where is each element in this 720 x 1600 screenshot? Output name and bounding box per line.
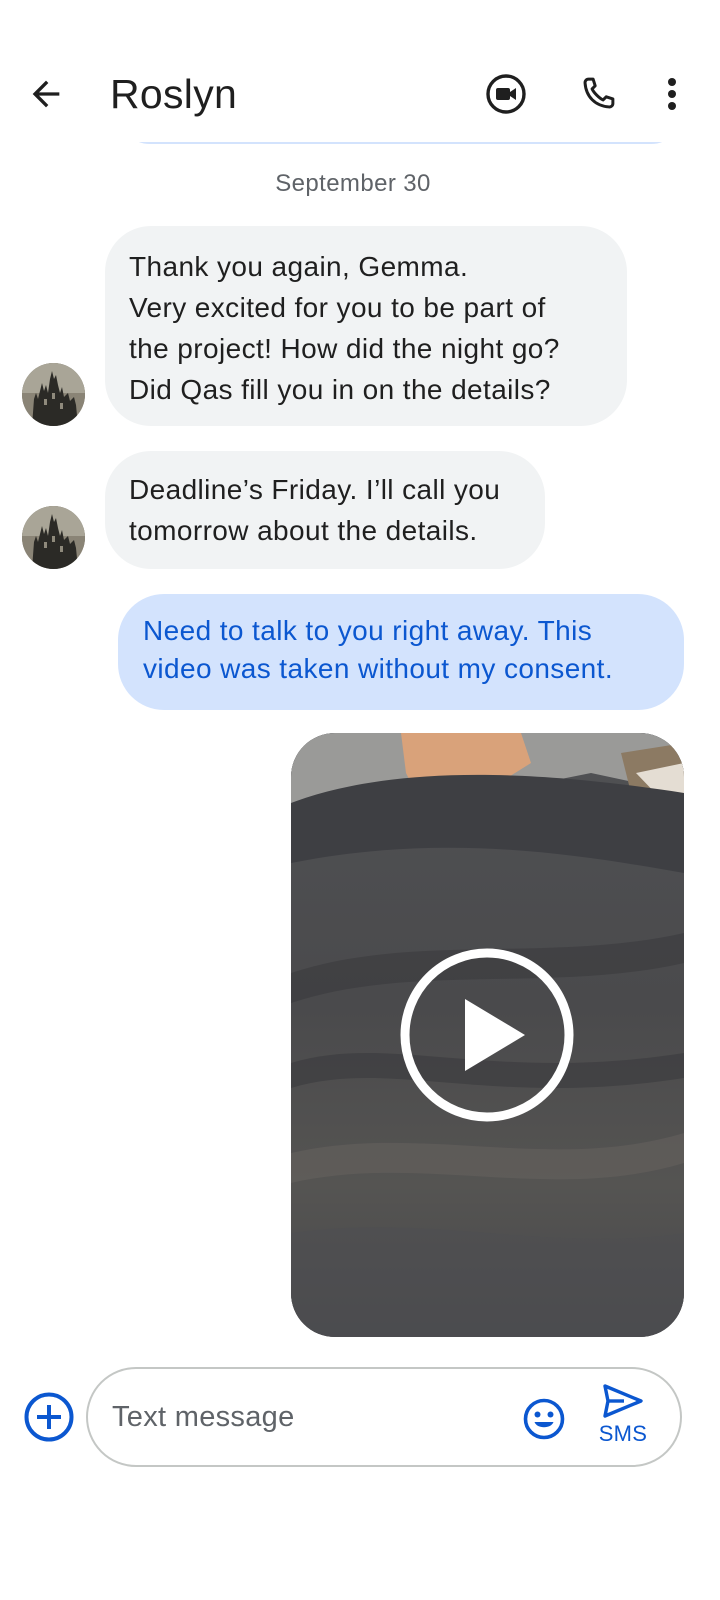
play-icon — [400, 948, 574, 1122]
conversation-header: Roslyn — [0, 0, 720, 142]
contact-avatar[interactable] — [22, 506, 85, 569]
message-text-line: the project! How did the night go? — [129, 333, 560, 364]
video-call-icon — [486, 74, 526, 114]
contact-name[interactable]: Roslyn — [110, 70, 237, 118]
phone-call-button[interactable] — [572, 68, 624, 120]
message-input[interactable] — [112, 1395, 502, 1439]
more-vert-icon — [668, 78, 676, 110]
date-divider: September 30 — [275, 170, 431, 197]
send-icon — [603, 1384, 643, 1418]
message-text-line: Did Qas fill you in on the details? — [129, 374, 551, 405]
more-options-button[interactable] — [646, 68, 698, 120]
phone-icon — [583, 77, 615, 109]
avatar-photo — [22, 363, 85, 426]
add-circle-icon — [24, 1392, 74, 1442]
message-text-line: Thank you again, Gemma. — [129, 251, 469, 282]
outgoing-message-bubble[interactable]: Need to talk to you right away. This vid… — [118, 594, 684, 710]
message-text-line: tomorrow about the details. — [129, 515, 478, 546]
send-sms-button[interactable]: SMS — [588, 1383, 658, 1453]
avatar-photo — [22, 506, 85, 569]
message-text-line: Very excited for you to be part of — [129, 292, 546, 323]
message-text-line: video was taken without my consent. — [143, 653, 614, 684]
emoji-icon — [523, 1398, 565, 1440]
back-arrow-icon — [32, 80, 60, 108]
contact-avatar[interactable] — [22, 363, 85, 426]
video-attachment[interactable] — [291, 733, 684, 1337]
emoji-button[interactable] — [520, 1395, 568, 1443]
video-call-button[interactable] — [480, 68, 532, 120]
send-label: SMS — [598, 1421, 648, 1446]
incoming-message-bubble[interactable]: Thank you again, Gemma. Very excited for… — [105, 226, 627, 426]
play-button[interactable] — [399, 947, 575, 1123]
messages-screen: Roslyn September 30 Thank you again, Gem… — [0, 0, 720, 1600]
message-text-line: Deadline’s Friday. I’ll call you — [129, 474, 501, 505]
incoming-message-bubble[interactable]: Deadline’s Friday. I’ll call you tomorro… — [105, 451, 545, 569]
back-button[interactable] — [20, 68, 72, 120]
message-text-line: Need to talk to you right away. This — [143, 615, 593, 646]
add-attachment-button[interactable] — [22, 1390, 76, 1444]
compose-box: SMS — [86, 1367, 682, 1467]
